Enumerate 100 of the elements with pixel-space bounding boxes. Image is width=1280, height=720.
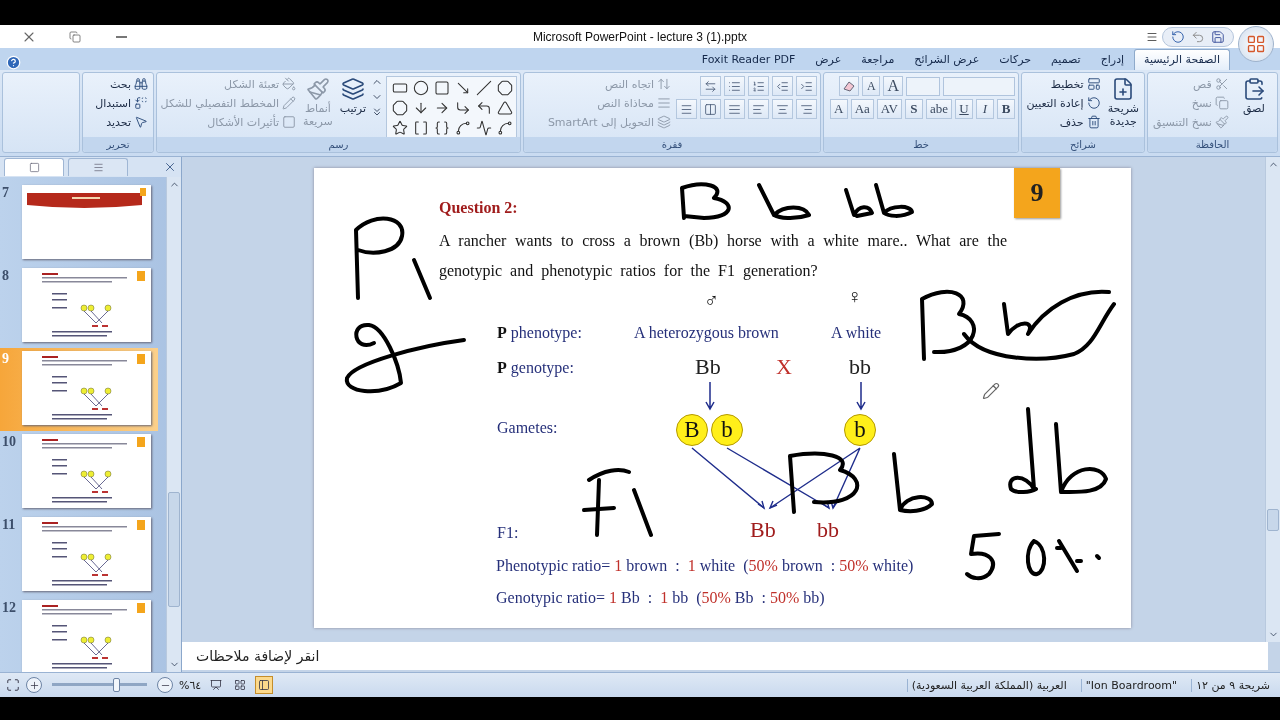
notes-field[interactable]: انقر لإضافة ملاحظات xyxy=(182,642,1268,670)
paragraph-button[interactable] xyxy=(700,76,721,96)
ribbon-command[interactable]: ترتيب xyxy=(337,76,368,117)
pencil-icon xyxy=(282,96,297,110)
office-logo-icon xyxy=(1246,33,1266,54)
scrollbar[interactable] xyxy=(1265,157,1280,642)
scrollbar-thumb[interactable] xyxy=(168,492,180,607)
ratio-text: Phenotypic ratio= 1 brown : 1 white (50% brown : 50% white) xyxy=(496,556,914,576)
view-button[interactable] xyxy=(255,676,274,694)
right-arrow-icon[interactable] xyxy=(434,100,450,116)
undo-icon[interactable] xyxy=(1191,29,1205,44)
paragraph-button[interactable] xyxy=(772,76,793,96)
ribbon-tab[interactable]: حركات xyxy=(989,49,1042,70)
gamete-circle: b xyxy=(844,414,876,446)
font-style-button[interactable]: A xyxy=(829,99,848,119)
grow-font-button[interactable]: A xyxy=(883,76,903,96)
font-style-button[interactable]: AV xyxy=(876,99,902,119)
paragraph-button[interactable] xyxy=(772,99,793,119)
justify-icon xyxy=(728,102,741,116)
redo-icon[interactable] xyxy=(1171,29,1185,44)
shrink-font-button[interactable]: A xyxy=(862,76,881,96)
font-style-button[interactable]: I xyxy=(976,99,994,119)
clear-format-button[interactable] xyxy=(839,76,860,96)
font-style-button[interactable]: B xyxy=(997,99,1015,119)
down-arrow xyxy=(706,382,714,410)
slides-tab[interactable] xyxy=(4,158,64,176)
freeform-icon[interactable] xyxy=(476,120,492,136)
elbow-connector-icon[interactable] xyxy=(476,100,492,116)
font-style-button[interactable]: U xyxy=(955,99,973,119)
text-direction-icon xyxy=(704,79,717,93)
paragraph-button[interactable] xyxy=(724,99,745,119)
group-label: فقرة xyxy=(524,137,820,152)
scrollbar[interactable] xyxy=(166,177,181,672)
elbow-arrow-icon[interactable] xyxy=(455,100,471,116)
ribbon-tab[interactable]: Foxit Reader PDF xyxy=(691,49,806,70)
bracket-icon[interactable] xyxy=(413,120,429,136)
customize-icon[interactable] xyxy=(1146,30,1158,43)
numbered-list-icon xyxy=(752,79,765,93)
office-button[interactable] xyxy=(1238,25,1274,62)
align-right-icon xyxy=(800,102,813,116)
star-icon[interactable] xyxy=(392,120,408,136)
close-icon[interactable] xyxy=(163,160,177,174)
ribbon-tab[interactable]: مراجعة xyxy=(851,49,905,70)
zoom-in-button[interactable] xyxy=(26,677,42,693)
paragraph-button[interactable] xyxy=(748,99,769,119)
row-label: P phenotype: xyxy=(497,323,582,343)
line-icon[interactable] xyxy=(476,80,492,96)
fit-window-icon[interactable] xyxy=(6,678,20,692)
rounded-rectangle-icon[interactable] xyxy=(392,80,408,96)
font-style-button[interactable]: S xyxy=(904,99,923,119)
font-style-button[interactable]: abe xyxy=(925,99,952,119)
octagon-icon[interactable] xyxy=(392,100,408,116)
ribbon-command[interactable]: تحديد xyxy=(93,114,150,130)
restore-icon xyxy=(69,30,81,43)
eraser-icon xyxy=(843,80,856,92)
line-spacing-icon xyxy=(680,102,693,116)
brace-icon[interactable] xyxy=(434,120,450,136)
ribbon-command[interactable]: لصق xyxy=(1233,76,1274,117)
ribbon-tab[interactable]: عرض xyxy=(805,49,852,70)
ribbon-command[interactable]: شريحة جديدة xyxy=(1105,76,1141,130)
ribbon-command[interactable]: بحث xyxy=(93,76,150,92)
ribbon-command[interactable]: تخطيط xyxy=(1024,76,1103,92)
row-label: F1: xyxy=(497,523,519,543)
arrow-icon[interactable] xyxy=(455,80,471,96)
paragraph-button[interactable] xyxy=(700,99,721,119)
ribbon-tab[interactable]: تصميم xyxy=(1041,49,1091,70)
paragraph-button[interactable] xyxy=(676,99,697,119)
oval-icon[interactable] xyxy=(413,80,429,96)
paragraph-button[interactable] xyxy=(748,76,769,96)
align-center-icon xyxy=(776,102,789,116)
triangle-icon[interactable] xyxy=(497,100,513,116)
curve-icon[interactable] xyxy=(497,120,513,136)
female-symbol: ♀ xyxy=(847,284,862,308)
slideshow-icon xyxy=(210,679,223,691)
more-icon[interactable] xyxy=(371,106,383,118)
paragraph-button[interactable] xyxy=(796,99,817,119)
grid-icon xyxy=(234,679,247,691)
zoom-out-button[interactable] xyxy=(157,677,173,693)
paragraph-button[interactable] xyxy=(724,76,745,96)
ribbon-command[interactable]: إعادة التعيين xyxy=(1024,95,1103,111)
paragraph-button[interactable] xyxy=(796,76,817,96)
font-style-button[interactable]: Aa xyxy=(850,99,874,119)
ribbon-tab[interactable]: عرض الشرائح xyxy=(904,49,990,70)
zoom-level[interactable]: %٦٤ xyxy=(179,678,202,692)
font-name-field[interactable] xyxy=(943,76,1015,96)
group-label: الحافظة xyxy=(1148,137,1277,152)
scrollbar-thumb[interactable] xyxy=(1267,508,1279,531)
down-arrow xyxy=(857,382,865,410)
group-label: خط xyxy=(824,137,1018,152)
arc-icon[interactable] xyxy=(455,120,471,136)
font-size-field[interactable] xyxy=(906,76,940,96)
ribbon-tab[interactable]: الصفحة الرئيسية xyxy=(1134,49,1230,70)
help-icon[interactable] xyxy=(6,55,21,70)
ribbon-command[interactable]: استبدال xyxy=(93,95,150,111)
shapes-gallery[interactable] xyxy=(386,76,517,137)
ribbon-command[interactable]: حذف xyxy=(1024,114,1103,130)
question-text: A rancher wants to cross a brown (Bb) horse with a white mare.. What are the genotypic and phenotypic ratios for the F1 generation? xyxy=(439,231,1007,282)
outline-icon xyxy=(92,162,104,173)
ribbon-tab[interactable]: إدراج xyxy=(1090,49,1135,70)
save-icon[interactable] xyxy=(1211,29,1225,44)
